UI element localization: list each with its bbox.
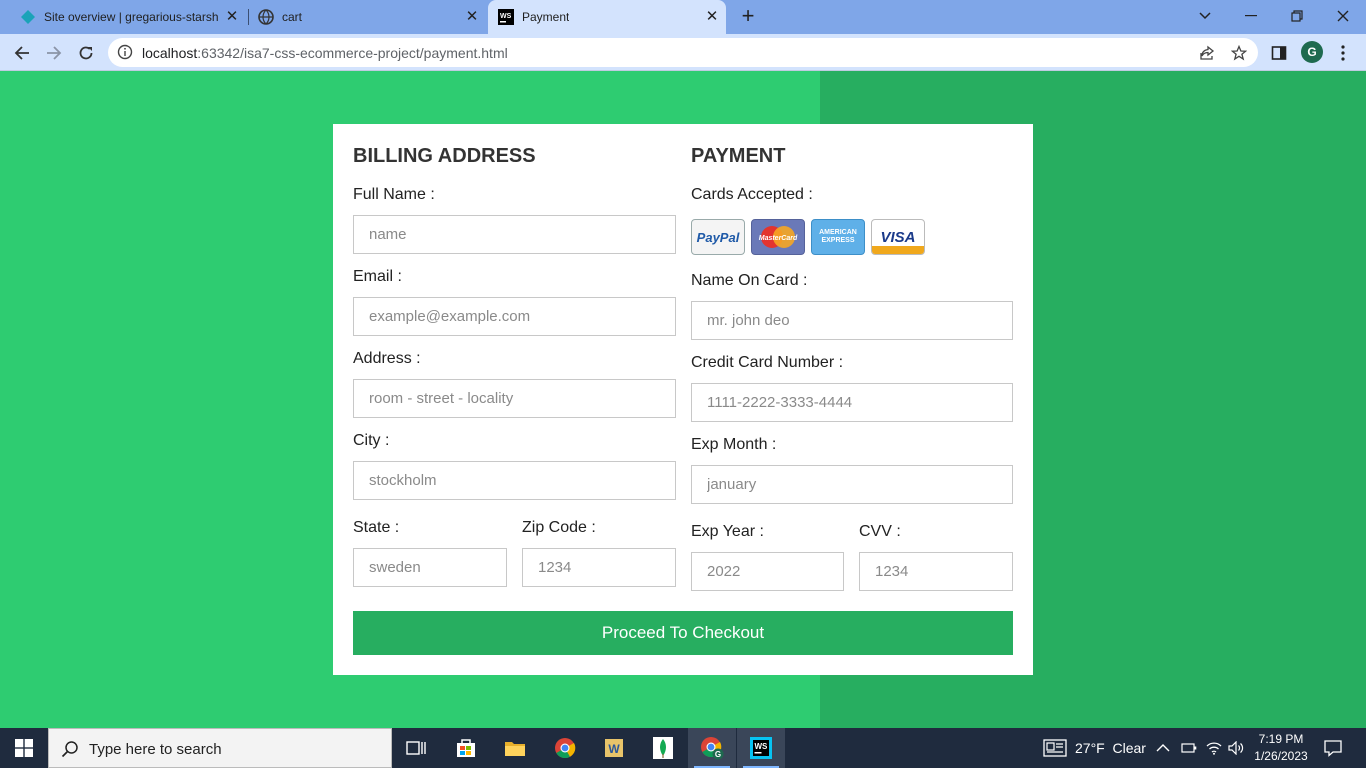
new-tab-button[interactable]: + [736,5,760,29]
zip-code-input[interactable] [522,548,676,587]
cards-accepted-label: Cards Accepted : [691,186,813,203]
restore-icon[interactable] [1284,4,1310,28]
browser-tab-strip: Site overview | gregarious-starsh ✕ cart… [0,0,1366,34]
url-host: localhost [142,45,198,61]
accepted-cards: PayPal MasterCard AMERICAN EXPRESS VISA [691,219,925,255]
weather-icon [1043,739,1067,757]
notification-center-icon[interactable] [1324,728,1342,768]
chrome-profile-initial: G [715,750,721,759]
address-input[interactable] [353,379,676,418]
menu-kebab-icon[interactable] [1332,42,1354,64]
windows-taskbar: Type here to search W G WS 27°F Clear 7:… [0,728,1366,768]
svg-text:W: W [608,742,620,756]
cvv-label: CVV : [859,523,901,540]
proceed-to-checkout-button[interactable]: Proceed To Checkout [353,611,1013,655]
netlify-icon [20,9,36,25]
task-view-icon[interactable] [392,728,440,768]
search-icon [61,740,79,763]
globe-icon [258,9,274,25]
amex-logo-text: AMERICAN EXPRESS [819,229,857,244]
wifi-icon[interactable] [1206,728,1222,768]
name-on-card-label: Name On Card : [691,272,808,289]
clock-time: 7:19 PM [1258,732,1304,746]
close-tab-icon[interactable]: ✕ [704,9,720,25]
taskbar-search-placeholder: Type here to search [89,741,222,758]
taskbar-search-box[interactable]: Type here to search [48,728,392,768]
url-text: localhost:63342/isa7-css-ecommerce-proje… [142,45,508,61]
american-express-logo: AMERICAN EXPRESS [811,219,865,255]
tab-cart[interactable]: cart ✕ [250,0,486,34]
close-window-icon[interactable] [1330,4,1356,28]
city-input[interactable] [353,461,676,500]
show-hidden-icons-icon[interactable] [1156,728,1170,768]
state-label: State : [353,519,400,536]
weather-widget[interactable]: 27°F Clear [1043,728,1146,768]
zip-code-label: Zip Code : [522,519,596,536]
battery-icon[interactable] [1181,728,1197,768]
mastercard-logo: MasterCard [751,219,805,255]
chrome-profile-icon[interactable]: G [688,728,736,768]
bookmark-star-icon[interactable] [1230,44,1248,62]
state-input[interactable] [353,548,507,587]
word-icon[interactable]: W [590,728,638,768]
visa-logo: VISA [871,219,925,255]
minimize-icon[interactable] [1238,4,1264,28]
side-panel-icon[interactable] [1268,42,1290,64]
exp-year-label: Exp Year : [691,523,764,540]
weather-text: 27°F Clear [1075,740,1146,756]
paypal-logo-text: PayPal [696,229,740,245]
name-on-card-input[interactable] [691,301,1013,340]
tab-divider [248,9,249,25]
webstorm-icon: WS [498,9,514,25]
url-path: :63342/isa7-css-ecommerce-project/paymen… [197,45,508,61]
address-label: Address : [353,350,421,367]
svg-text:WS: WS [500,13,512,20]
back-arrow-icon[interactable] [9,40,35,66]
windows-start-icon[interactable] [0,728,48,768]
tab-title: Payment [522,10,570,24]
billing-heading: billing address [353,145,536,167]
visa-logo-text: VISA [880,228,916,246]
browser-toolbar: localhost:63342/isa7-css-ecommerce-proje… [0,34,1366,71]
visa-gold-stripe [872,246,924,254]
full-name-input[interactable] [353,215,676,254]
address-bar[interactable]: localhost:63342/isa7-css-ecommerce-proje… [108,38,1258,67]
close-tab-icon[interactable]: ✕ [224,9,240,25]
credit-card-number-label: Credit Card Number : [691,354,844,371]
city-label: City : [353,432,390,449]
payment-heading: payment [691,145,786,167]
reload-icon[interactable] [73,40,99,66]
paypal-logo: PayPal [691,219,745,255]
credit-card-number-input[interactable] [691,383,1013,422]
site-info-icon[interactable] [117,44,133,65]
email-label: Email : [353,268,402,285]
profile-avatar[interactable]: G [1301,41,1323,63]
tab-title: Site overview | gregarious-starsh [44,10,219,24]
exp-month-input[interactable] [691,465,1013,504]
clock-date: 1/26/2023 [1254,749,1308,763]
tab-site-overview[interactable]: Site overview | gregarious-starsh ✕ [10,0,246,34]
mastercard-logo-text: MasterCard [759,235,798,242]
microsoft-store-icon[interactable] [442,728,490,768]
exp-month-label: Exp Month : [691,436,777,453]
webstorm-taskbar-icon[interactable]: WS [737,728,785,768]
close-tab-icon[interactable]: ✕ [464,9,480,25]
full-name-label: Full Name : [353,186,435,203]
svg-text:WS: WS [755,742,769,751]
cvv-input[interactable] [859,552,1013,591]
tab-search-icon[interactable] [1192,4,1218,28]
checkout-form: billing address Full Name : Email : Addr… [333,124,1033,675]
email-input[interactable] [353,297,676,336]
tab-payment[interactable]: WS Payment ✕ [488,0,726,34]
forward-arrow-icon[interactable] [41,40,67,66]
file-explorer-icon[interactable] [491,728,539,768]
chrome-icon[interactable] [541,728,589,768]
exp-year-input[interactable] [691,552,844,591]
share-icon[interactable] [1198,44,1216,62]
volume-icon[interactable] [1228,728,1244,768]
mongodb-icon[interactable] [639,728,687,768]
tab-title: cart [282,10,303,24]
taskbar-clock[interactable]: 7:19 PM 1/26/2023 [1248,731,1314,765]
page-viewport: billing address Full Name : Email : Addr… [0,71,1366,728]
